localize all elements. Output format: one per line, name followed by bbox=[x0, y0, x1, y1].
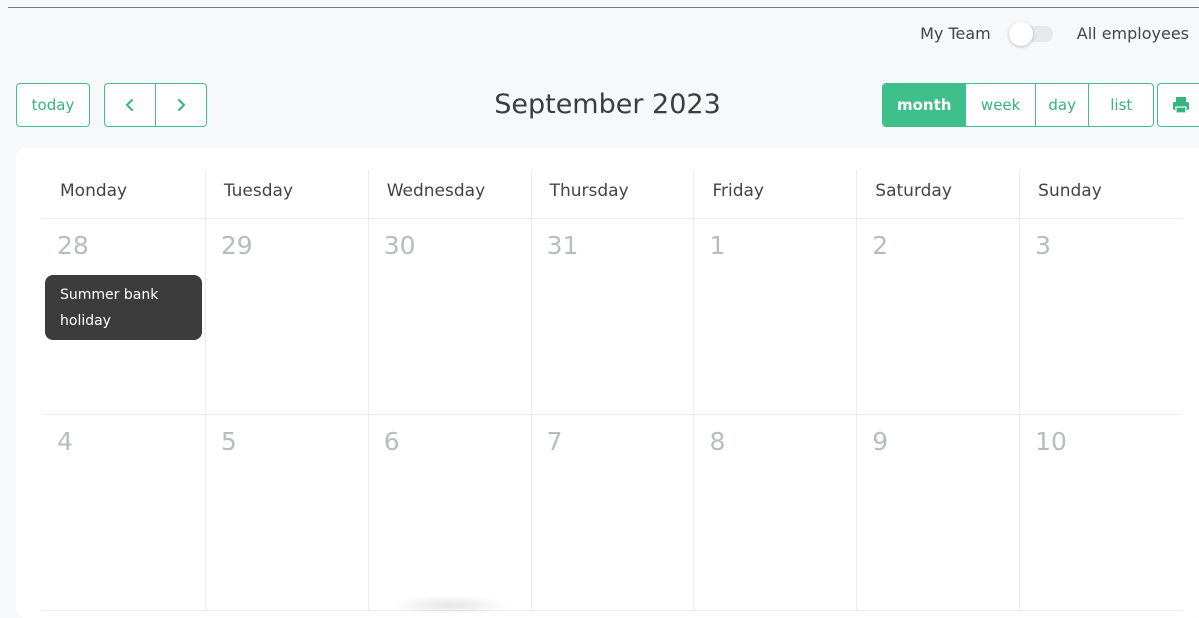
printer-icon bbox=[1173, 97, 1189, 114]
print-button[interactable] bbox=[1157, 83, 1199, 127]
month-grid: Monday Tuesday Wednesday Thursday Friday… bbox=[42, 170, 1182, 611]
day-number[interactable]: 7 bbox=[547, 427, 563, 456]
weekday-saturday: Saturday bbox=[856, 170, 1019, 218]
week-row: 28 Summer bank holiday 29 30 31 1 2 3 bbox=[42, 219, 1182, 415]
day-number[interactable]: 2 bbox=[872, 231, 888, 260]
day-cell[interactable]: 7 bbox=[530, 415, 694, 610]
day-cell[interactable]: 6 bbox=[367, 415, 531, 610]
weekday-header: Monday Tuesday Wednesday Thursday Friday… bbox=[42, 170, 1182, 219]
weekday-monday: Monday bbox=[60, 181, 128, 201]
day-number[interactable]: 1 bbox=[709, 231, 725, 260]
day-number[interactable]: 8 bbox=[709, 427, 725, 456]
day-cell[interactable]: 30 bbox=[367, 219, 531, 414]
view-switcher: month week day list bbox=[882, 83, 1154, 127]
calendar-toolbar: today September 2023 month week day list bbox=[16, 83, 1199, 129]
day-cell[interactable]: 2 bbox=[856, 219, 1019, 414]
view-week-button[interactable]: week bbox=[965, 84, 1034, 126]
top-divider bbox=[8, 7, 1199, 8]
day-number[interactable]: 5 bbox=[221, 427, 237, 456]
prev-next-group bbox=[104, 83, 207, 127]
day-cell[interactable]: 4 bbox=[42, 415, 205, 610]
view-day-button[interactable]: day bbox=[1034, 84, 1089, 126]
day-number[interactable]: 10 bbox=[1035, 427, 1067, 456]
day-cell[interactable]: 28 Summer bank holiday bbox=[42, 219, 205, 414]
day-number[interactable]: 3 bbox=[1035, 231, 1051, 260]
weekday-thursday: Thursday bbox=[530, 170, 694, 218]
my-team-label: My Team bbox=[920, 23, 991, 43]
scroll-shadow bbox=[390, 595, 510, 615]
event-summer-bank-holiday[interactable]: Summer bank holiday bbox=[45, 275, 202, 340]
day-number[interactable]: 31 bbox=[547, 231, 579, 260]
day-cell[interactable]: 3 bbox=[1019, 219, 1182, 414]
day-number[interactable]: 30 bbox=[384, 231, 416, 260]
day-cell[interactable]: 1 bbox=[693, 219, 856, 414]
today-button[interactable]: today bbox=[16, 83, 90, 127]
day-number[interactable]: 4 bbox=[57, 427, 73, 456]
day-number[interactable]: 9 bbox=[872, 427, 888, 456]
team-filter-toggle: My Team All employees bbox=[920, 22, 1189, 46]
weekday-sunday: Sunday bbox=[1019, 170, 1182, 218]
day-number[interactable]: 6 bbox=[384, 427, 400, 456]
day-cell[interactable]: 9 bbox=[856, 415, 1019, 610]
day-cell[interactable]: 31 bbox=[530, 219, 694, 414]
team-switch[interactable] bbox=[1008, 22, 1055, 46]
chevron-right-icon bbox=[178, 99, 185, 111]
all-employees-label: All employees bbox=[1076, 23, 1189, 43]
next-button[interactable] bbox=[155, 84, 206, 126]
day-cell[interactable]: 5 bbox=[204, 415, 368, 610]
view-month-button[interactable]: month bbox=[883, 84, 966, 126]
weekday-friday: Friday bbox=[693, 170, 856, 218]
chevron-left-icon bbox=[126, 99, 133, 111]
day-number[interactable]: 28 bbox=[57, 231, 89, 260]
prev-button[interactable] bbox=[105, 84, 155, 126]
switch-knob[interactable] bbox=[1008, 22, 1033, 46]
day-cell[interactable]: 8 bbox=[693, 415, 856, 610]
weekday-tuesday: Tuesday bbox=[204, 170, 368, 218]
day-cell[interactable]: 10 bbox=[1019, 415, 1182, 610]
calendar-card: Monday Tuesday Wednesday Thursday Friday… bbox=[16, 148, 1199, 618]
view-list-button[interactable]: list bbox=[1088, 84, 1153, 126]
week-row: 4 5 6 7 8 9 10 bbox=[42, 415, 1182, 611]
day-cell[interactable]: 29 bbox=[204, 219, 368, 414]
day-number[interactable]: 29 bbox=[221, 231, 253, 260]
weekday-wednesday: Wednesday bbox=[367, 170, 531, 218]
